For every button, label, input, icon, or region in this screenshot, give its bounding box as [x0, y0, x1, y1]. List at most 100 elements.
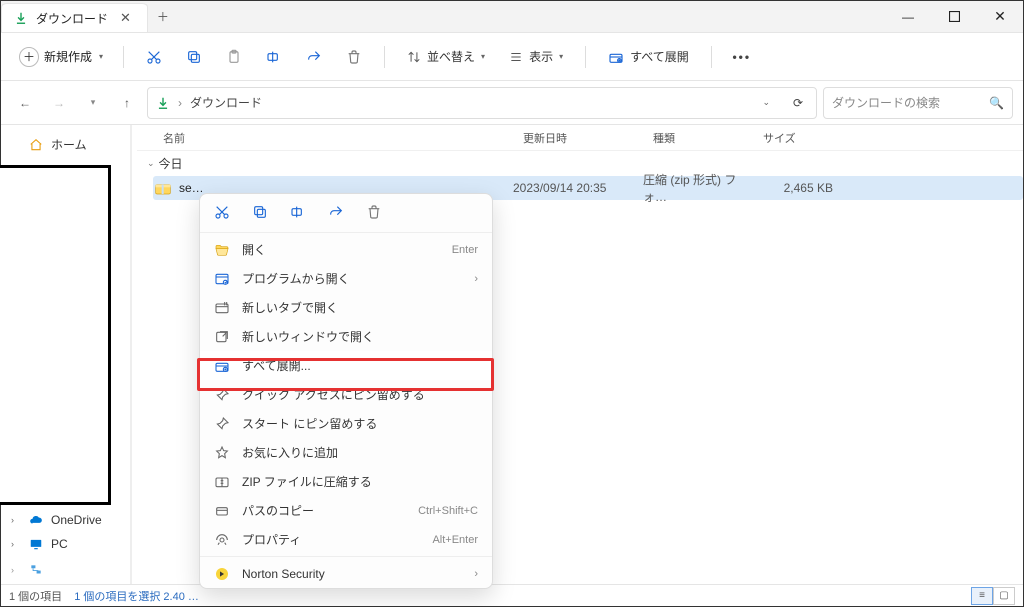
sidebar-item-pc[interactable]: › PC	[1, 532, 130, 556]
view-label: 表示	[529, 48, 553, 65]
ctx-pin-start[interactable]: スタート にピン留めする	[200, 409, 492, 438]
share-button[interactable]	[296, 41, 332, 73]
ctx-extract-all-label: すべて展開...	[242, 357, 311, 374]
recent-button[interactable]: ▾	[79, 89, 107, 117]
titlebar: ダウンロード ✕ ＋ ― ✕	[1, 1, 1023, 33]
new-label: 新規作成	[44, 48, 92, 65]
pin-icon	[214, 416, 230, 432]
pc-icon	[29, 537, 43, 551]
sort-icon	[407, 50, 421, 64]
group-today[interactable]: ⌄ 今日	[137, 151, 1023, 176]
sidebar-item-onedrive[interactable]: › OneDrive	[1, 508, 130, 532]
plus-icon: ＋	[19, 47, 39, 67]
ctx-new-window[interactable]: 新しいウィンドウで開く	[200, 322, 492, 351]
navrow: ← → ▾ ↑ › ダウンロード ⌄ ⟳ ダウンロードの検索 🔍	[1, 81, 1023, 125]
search-input[interactable]: ダウンロードの検索 🔍	[823, 87, 1013, 119]
list-icon	[509, 50, 523, 64]
address-bar[interactable]: › ダウンロード ⌄ ⟳	[147, 87, 817, 119]
folder-open-icon	[214, 242, 230, 258]
sidebar-onedrive-label: OneDrive	[51, 513, 102, 527]
chevron-right-icon[interactable]: ›	[11, 565, 21, 575]
cut-icon[interactable]	[214, 204, 230, 220]
chevron-down-icon: ▾	[559, 52, 563, 61]
download-icon	[14, 11, 28, 25]
ctx-copy-path[interactable]: パスのコピー Ctrl+Shift+C	[200, 496, 492, 525]
ctx-properties[interactable]: プロパティ Alt+Enter	[200, 525, 492, 554]
ctx-zip[interactable]: ZIP ファイルに圧縮する	[200, 467, 492, 496]
chevron-down-icon: ▾	[99, 52, 103, 61]
extract-icon	[214, 358, 230, 374]
ctx-norton-label: Norton Security	[242, 567, 325, 581]
minimize-button[interactable]: ―	[885, 1, 931, 32]
redacted-area	[0, 165, 111, 505]
more-button[interactable]: •••	[724, 41, 760, 73]
col-date[interactable]: 更新日時	[523, 130, 653, 146]
rename-icon[interactable]	[290, 204, 306, 220]
main: ホーム › OneDrive › PC › 名前 更新日時 種類 サイズ	[1, 125, 1023, 584]
col-name[interactable]: 名前	[163, 130, 523, 146]
ctx-open[interactable]: 開く Enter	[200, 235, 492, 264]
ctx-extract-all[interactable]: すべて展開...	[200, 351, 492, 380]
status-count: 1 個の項目	[9, 588, 62, 604]
new-window-icon	[214, 329, 230, 345]
refresh-button[interactable]: ⟳	[788, 96, 808, 110]
sidebar-item-network[interactable]: ›	[1, 556, 130, 583]
ctx-favorite[interactable]: お気に入りに追加	[200, 438, 492, 467]
ctx-open-shortcut: Enter	[452, 244, 478, 256]
up-button[interactable]: ↑	[113, 89, 141, 117]
column-headers[interactable]: 名前 更新日時 種類 サイズ	[137, 125, 1023, 151]
chevron-right-icon[interactable]: ›	[11, 539, 21, 549]
copy-icon[interactable]	[252, 204, 268, 220]
col-size[interactable]: サイズ	[763, 130, 843, 146]
ctx-open-label: 開く	[242, 241, 266, 258]
ctx-pin-quick-label: クイック アクセスにピン留めする	[242, 386, 425, 403]
chevron-right-icon[interactable]: ›	[11, 515, 21, 525]
new-tab-button[interactable]: ＋	[148, 1, 178, 32]
star-icon	[214, 445, 230, 461]
ctx-properties-label: プロパティ	[242, 531, 301, 548]
sort-button[interactable]: 並べ替え ▾	[397, 41, 495, 73]
file-type: 圧縮 (zip 形式) フォ…	[643, 171, 753, 205]
paste-button[interactable]	[216, 41, 252, 73]
view-button[interactable]: 表示 ▾	[499, 41, 573, 73]
ctx-pin-quick[interactable]: クイック アクセスにピン留めする	[200, 380, 492, 409]
status-bar: 1 個の項目 1 個の項目を選択 2.40 … ≡ ▢	[1, 584, 1023, 606]
delete-icon[interactable]	[366, 204, 382, 220]
copy-button[interactable]	[176, 41, 212, 73]
toolbar: ＋ 新規作成 ▾ 並べ替え ▾ 表示 ▾ すべて展開 •••	[1, 33, 1023, 81]
back-button[interactable]: ←	[11, 89, 39, 117]
col-type[interactable]: 種類	[653, 130, 763, 146]
context-menu: 開く Enter プログラムから開く › 新しいタブで開く 新しいウィンドウで開…	[199, 193, 493, 589]
download-icon	[156, 96, 170, 110]
breadcrumb-loc[interactable]: ダウンロード	[190, 94, 262, 111]
sidebar-item-home[interactable]: ホーム	[1, 131, 130, 158]
maximize-button[interactable]	[931, 1, 977, 32]
norton-icon	[214, 566, 230, 582]
details-view-button[interactable]: ≡	[971, 587, 993, 605]
new-tab-icon	[214, 300, 230, 316]
file-size: 2,465 KB	[753, 181, 833, 195]
chevron-down-icon[interactable]: ⌄	[762, 97, 770, 108]
rename-button[interactable]	[256, 41, 292, 73]
extract-all-toolbar[interactable]: すべて展開	[598, 41, 699, 73]
thumbnails-view-button[interactable]: ▢	[993, 587, 1015, 605]
new-button[interactable]: ＋ 新規作成 ▾	[11, 43, 111, 71]
ctx-favorite-label: お気に入りに追加	[242, 444, 338, 461]
close-button[interactable]: ✕	[977, 1, 1023, 32]
forward-button[interactable]: →	[45, 89, 73, 117]
ctx-new-tab[interactable]: 新しいタブで開く	[200, 293, 492, 322]
tab-downloads[interactable]: ダウンロード ✕	[1, 3, 148, 32]
chevron-right-icon: ›	[474, 273, 478, 285]
search-icon: 🔍	[989, 96, 1004, 110]
ctx-open-with[interactable]: プログラムから開く ›	[200, 264, 492, 293]
chevron-down-icon: ⌄	[147, 158, 155, 169]
search-placeholder: ダウンロードの検索	[832, 94, 940, 111]
delete-button[interactable]	[336, 41, 372, 73]
cut-button[interactable]	[136, 41, 172, 73]
ctx-new-window-label: 新しいウィンドウで開く	[242, 328, 374, 345]
share-icon[interactable]	[328, 204, 344, 220]
tab-close[interactable]: ✕	[116, 10, 135, 26]
extract-all-label: すべて展開	[630, 48, 689, 65]
ctx-norton[interactable]: Norton Security ›	[200, 559, 492, 588]
network-icon	[29, 563, 43, 577]
